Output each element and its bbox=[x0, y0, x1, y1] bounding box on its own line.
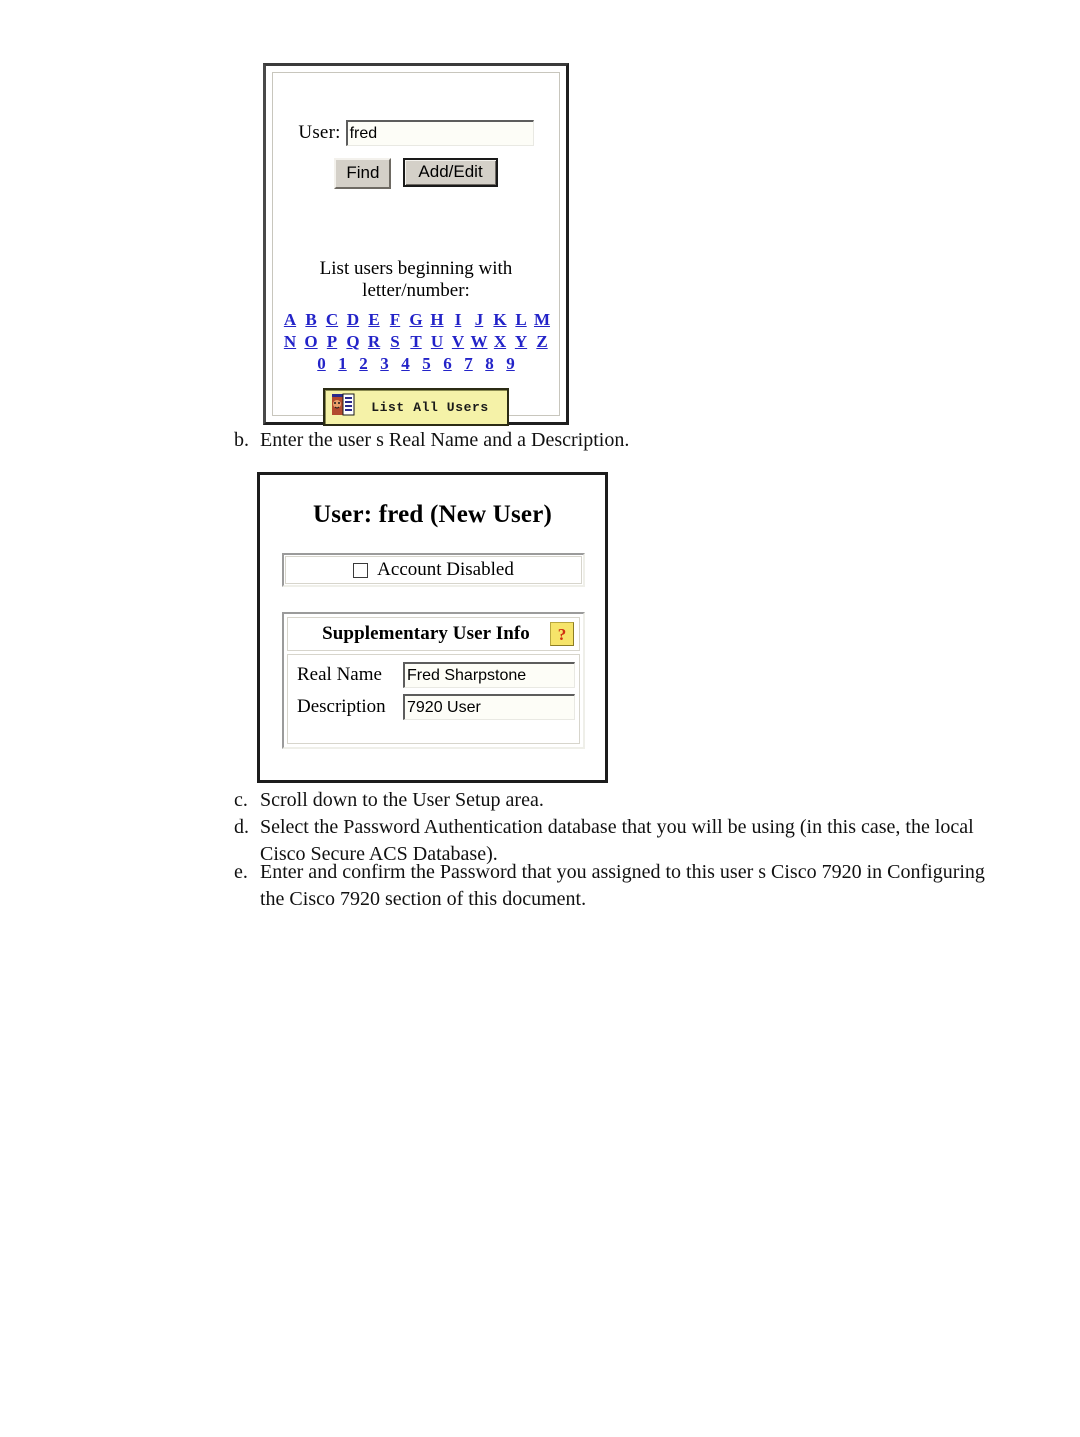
step-d-marker: d. bbox=[234, 816, 249, 838]
supplementary-user-info-title: Supplementary User Info bbox=[322, 623, 530, 644]
alpha-link-H[interactable]: H bbox=[427, 309, 448, 330]
step-e-marker: e. bbox=[234, 861, 248, 883]
alpha-link-W[interactable]: W bbox=[469, 331, 490, 352]
alpha-link-V[interactable]: V bbox=[448, 331, 469, 352]
find-user-panel: User: fred Find Add/Edit List users begi… bbox=[263, 63, 569, 426]
alphabet-links-grid: ABCDEFGHIJKLM NOPQRSTUVWXYZ 0123456789 bbox=[273, 309, 559, 375]
alpha-link-G[interactable]: G bbox=[406, 309, 427, 330]
alpha-link-J[interactable]: J bbox=[469, 309, 490, 330]
alphabet-row-2: NOPQRSTUVWXYZ bbox=[273, 331, 559, 353]
alpha-link-0[interactable]: 0 bbox=[311, 353, 332, 374]
alpha-link-X[interactable]: X bbox=[490, 331, 511, 352]
alpha-link-I[interactable]: I bbox=[448, 309, 469, 330]
list-all-users-button[interactable]: List All Users bbox=[323, 388, 509, 426]
list-all-users-label: List All Users bbox=[371, 399, 489, 415]
step-c-text: Scroll down to the User Setup area. bbox=[260, 789, 544, 811]
user-setup-panel: User: fred (New User) Account Disabled S… bbox=[257, 472, 608, 783]
step-c-marker: c. bbox=[234, 789, 248, 811]
real-name-row: Real Name Fred Sharpstone bbox=[297, 662, 579, 688]
alpha-link-2[interactable]: 2 bbox=[353, 353, 374, 374]
find-user-button-row: Find Add/Edit bbox=[273, 158, 559, 189]
alpha-link-N[interactable]: N bbox=[280, 331, 301, 352]
find-button[interactable]: Find bbox=[334, 158, 392, 189]
alpha-link-E[interactable]: E bbox=[364, 309, 385, 330]
alpha-link-F[interactable]: F bbox=[385, 309, 406, 330]
alpha-link-P[interactable]: P bbox=[322, 331, 343, 352]
alpha-link-U[interactable]: U bbox=[427, 331, 448, 352]
step-e: e. Enter and confirm the Password that y… bbox=[234, 859, 1004, 913]
supplementary-user-info-header: Supplementary User Info ? bbox=[287, 617, 580, 651]
alpha-link-A[interactable]: A bbox=[280, 309, 301, 330]
add-edit-button[interactable]: Add/Edit bbox=[403, 158, 498, 187]
alpha-link-3[interactable]: 3 bbox=[374, 353, 395, 374]
list-users-caption-line2: letter/number: bbox=[362, 280, 470, 301]
supplementary-user-info-body: Real Name Fred Sharpstone Description 79… bbox=[287, 654, 580, 744]
alpha-link-T[interactable]: T bbox=[406, 331, 427, 352]
real-name-label: Real Name bbox=[297, 664, 382, 685]
alpha-link-S[interactable]: S bbox=[385, 331, 406, 352]
alpha-link-5[interactable]: 5 bbox=[416, 353, 437, 374]
alpha-link-O[interactable]: O bbox=[301, 331, 322, 352]
alpha-link-8[interactable]: 8 bbox=[479, 353, 500, 374]
alpha-link-1[interactable]: 1 bbox=[332, 353, 353, 374]
alpha-link-6[interactable]: 6 bbox=[437, 353, 458, 374]
user-search-row: User: fred bbox=[273, 120, 559, 146]
alpha-link-4[interactable]: 4 bbox=[395, 353, 416, 374]
list-all-users-row: List All Users bbox=[273, 388, 559, 426]
step-b: b. Enter the user s Real Name and a Desc… bbox=[234, 427, 834, 454]
alpha-link-D[interactable]: D bbox=[343, 309, 364, 330]
alpha-link-M[interactable]: M bbox=[532, 309, 553, 330]
alpha-link-C[interactable]: C bbox=[322, 309, 343, 330]
account-disabled-group: Account Disabled bbox=[282, 553, 585, 587]
list-users-caption: List users beginning with letter/number: bbox=[273, 258, 559, 302]
real-name-input[interactable]: Fred Sharpstone bbox=[403, 662, 575, 688]
account-disabled-checkbox[interactable] bbox=[353, 562, 369, 578]
user-field-label: User: bbox=[298, 122, 341, 143]
step-e-text: Enter and confirm the Password that you … bbox=[260, 861, 985, 910]
alpha-link-9[interactable]: 9 bbox=[500, 353, 521, 374]
step-b-text: Enter the user s Real Name and a Descrip… bbox=[260, 429, 630, 451]
alpha-link-B[interactable]: B bbox=[301, 309, 322, 330]
alpha-link-K[interactable]: K bbox=[490, 309, 511, 330]
supplementary-user-info-group: Supplementary User Info ? Real Name Fred… bbox=[282, 612, 585, 749]
alpha-link-Q[interactable]: Q bbox=[343, 331, 364, 352]
alpha-link-Y[interactable]: Y bbox=[511, 331, 532, 352]
users-list-icon bbox=[331, 393, 356, 421]
description-label: Description bbox=[297, 696, 386, 717]
alpha-link-7[interactable]: 7 bbox=[458, 353, 479, 374]
find-user-panel-inner: User: fred Find Add/Edit List users begi… bbox=[272, 72, 560, 426]
description-row: Description 7920 User bbox=[297, 694, 579, 720]
list-users-caption-line1: List users beginning with bbox=[319, 258, 513, 279]
alpha-link-R[interactable]: R bbox=[364, 331, 385, 352]
step-c: c. Scroll down to the User Setup area. bbox=[234, 787, 934, 814]
help-question-icon[interactable]: ? bbox=[550, 622, 574, 646]
alpha-link-L[interactable]: L bbox=[511, 309, 532, 330]
number-row: 0123456789 bbox=[273, 353, 559, 375]
account-disabled-row: Account Disabled bbox=[285, 556, 582, 584]
step-b-marker: b. bbox=[234, 429, 249, 451]
description-input[interactable]: 7920 User bbox=[403, 694, 575, 720]
user-search-input[interactable]: fred bbox=[345, 120, 534, 146]
alphabet-row-1: ABCDEFGHIJKLM bbox=[273, 309, 559, 331]
alpha-link-Z[interactable]: Z bbox=[532, 331, 553, 352]
user-setup-title: User: fred (New User) bbox=[312, 501, 553, 528]
account-disabled-label: Account Disabled bbox=[377, 559, 514, 580]
